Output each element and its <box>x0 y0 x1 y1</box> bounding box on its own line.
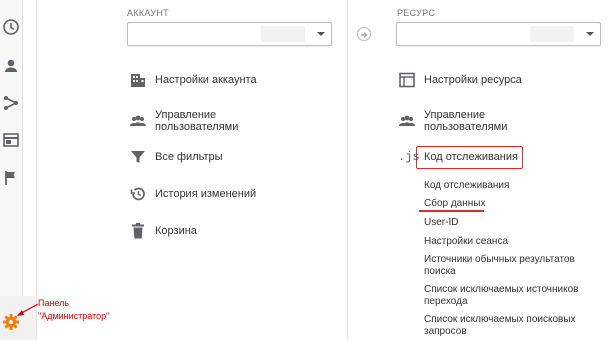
subitem-referral-exclusion-line1[interactable]: Список исключаемых источников <box>424 284 579 295</box>
subitem-organic-sources-line2[interactable]: поиска <box>424 266 456 277</box>
change-history-link[interactable]: История изменений <box>155 188 256 201</box>
trash-icon <box>129 222 147 240</box>
property-select[interactable] <box>396 22 601 46</box>
subitem-referral-exclusion-line2[interactable]: перехода <box>424 296 468 307</box>
subitem-search-term-exclusion-line2[interactable]: запросов <box>424 326 467 337</box>
account-select-value <box>261 26 305 42</box>
arrow-right-icon <box>357 27 371 41</box>
account-user-management-line2[interactable]: пользователями <box>155 121 238 134</box>
account-select[interactable] <box>127 22 332 46</box>
building-icon <box>129 71 147 89</box>
chevron-down-icon <box>317 32 325 36</box>
column-divider <box>347 0 348 340</box>
flag-icon[interactable] <box>2 169 20 187</box>
left-nav-rail <box>0 0 23 340</box>
users-icon <box>129 112 147 130</box>
rail-divider <box>36 0 37 340</box>
subitem-user-id[interactable]: User-ID <box>424 217 458 228</box>
subitem-organic-sources-line1[interactable]: Источники обычных результатов <box>424 254 575 265</box>
filter-icon <box>129 148 147 166</box>
person-icon[interactable] <box>2 57 20 75</box>
all-filters-link[interactable]: Все фильтры <box>155 151 223 164</box>
subitem-session-settings[interactable]: Настройки сеанса <box>424 236 508 247</box>
history-icon <box>129 185 147 203</box>
tracking-code-link[interactable]: Код отслеживания <box>424 151 518 164</box>
account-settings-link[interactable]: Настройки аккаунта <box>155 74 257 87</box>
window-icon <box>398 71 416 89</box>
subitem-search-term-exclusion-line1[interactable]: Список исключаемых поисковых <box>424 314 576 325</box>
property-select-value <box>530 26 574 42</box>
property-settings-link[interactable]: Настройки ресурса <box>424 74 522 87</box>
acquisition-icon[interactable] <box>2 94 20 112</box>
data-collection-underline <box>419 210 484 212</box>
property-column-label: РЕСУРС <box>397 8 436 18</box>
clock-icon[interactable] <box>2 18 20 36</box>
annotation-line1: Панель <box>38 298 70 308</box>
trash-link[interactable]: Корзина <box>155 225 197 238</box>
chevron-down-icon <box>586 32 594 36</box>
users-icon <box>398 112 416 130</box>
annotation-line2: "Администратор" <box>38 311 110 321</box>
account-column-label: АККАУНТ <box>127 8 169 18</box>
subitem-data-collection[interactable]: Сбор данных <box>424 198 485 209</box>
property-user-management-line2[interactable]: пользователями <box>424 121 507 134</box>
behavior-icon[interactable] <box>2 131 20 149</box>
subitem-tracking-code[interactable]: Код отслеживания <box>424 180 509 191</box>
